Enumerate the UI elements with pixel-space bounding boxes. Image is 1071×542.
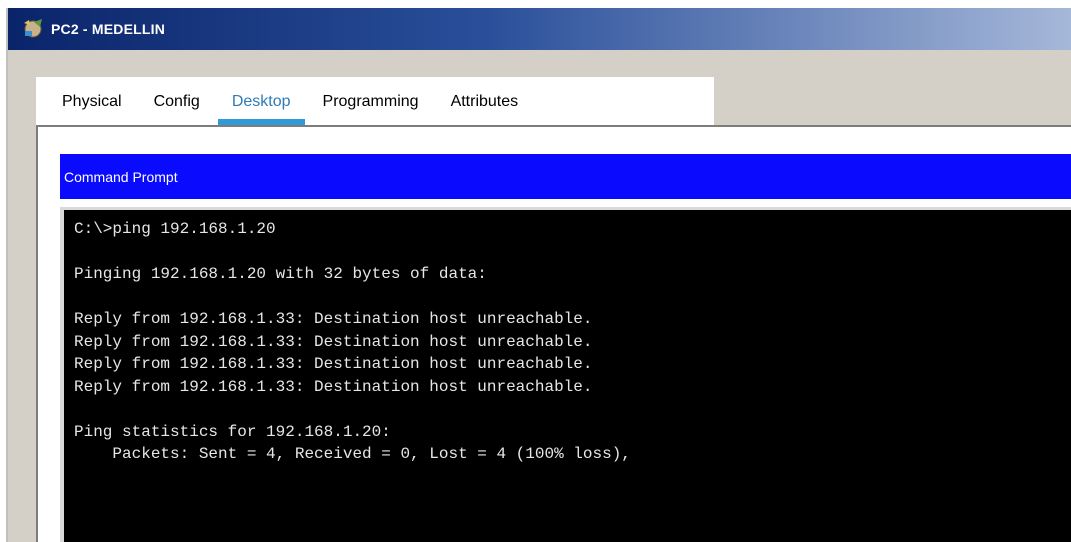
- terminal-line: Packets: Sent = 4, Received = 0, Lost = …: [74, 445, 631, 463]
- terminal-line: Reply from 192.168.1.33: Destination hos…: [74, 377, 593, 396]
- title-bar[interactable]: PC2 - MEDELLIN: [8, 8, 1071, 50]
- terminal-output[interactable]: C:\>ping 192.168.1.20 Pinging 192.168.1.…: [60, 207, 1071, 542]
- command-prompt-header: Command Prompt: [60, 154, 1071, 199]
- terminal-line: Reply from 192.168.1.33: Destination hos…: [74, 332, 593, 351]
- terminal-line: C:\>ping 192.168.1.20: [74, 220, 276, 238]
- terminal-line: Reply from 192.168.1.33: Destination hos…: [74, 355, 593, 373]
- tab-strip: Physical Config Desktop Programming Attr…: [36, 77, 714, 125]
- tab-attributes[interactable]: Attributes: [451, 93, 519, 125]
- pc-icon: [18, 14, 48, 44]
- terminal-line: Pinging 192.168.1.20 with 32 bytes of da…: [74, 265, 487, 283]
- pc-window: PC2 - MEDELLIN Physical Config Desktop P…: [6, 8, 1071, 542]
- tab-config[interactable]: Config: [154, 93, 200, 125]
- desktop-panel: Command Prompt C:\>ping 192.168.1.20 Pin…: [36, 125, 1071, 542]
- command-prompt-title: Command Prompt: [64, 168, 178, 185]
- terminal-line: Ping statistics for 192.168.1.20:: [74, 422, 391, 441]
- window-title: PC2 - MEDELLIN: [51, 21, 166, 37]
- page: PC2 - MEDELLIN Physical Config Desktop P…: [0, 0, 1071, 542]
- tab-physical[interactable]: Physical: [62, 93, 122, 125]
- tab-programming[interactable]: Programming: [323, 93, 419, 125]
- terminal-line: Reply from 192.168.1.33: Destination hos…: [74, 310, 593, 328]
- tab-desktop[interactable]: Desktop: [217, 93, 305, 125]
